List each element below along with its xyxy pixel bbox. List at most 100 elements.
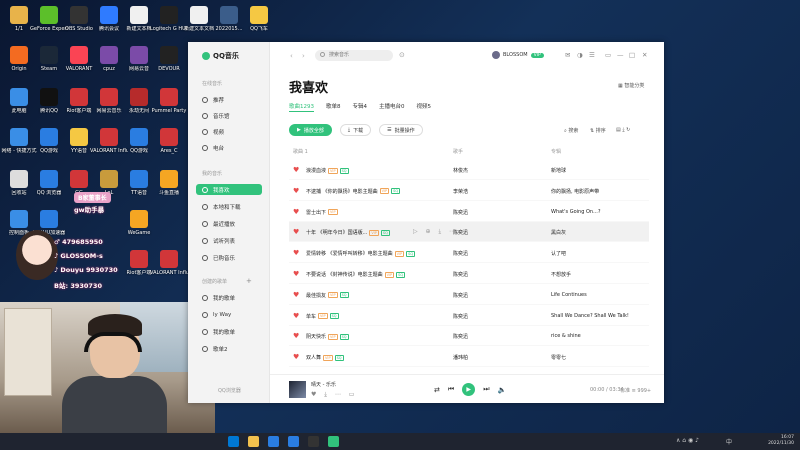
add-playlist-icon[interactable]: +	[246, 277, 252, 285]
file-explorer-icon[interactable]	[248, 436, 259, 447]
song-title-cell[interactable]: 雷士出下 VIP	[306, 209, 338, 216]
song-row[interactable]: ♥ 十年 《明年今日》国语版... VIP SQ ▷ ⊕ ⤓ ⋯ 陈奕迅 黑白灰	[289, 222, 649, 243]
tab[interactable]: 主播电台0	[379, 102, 405, 112]
singer-cell[interactable]: 陈奕迅	[453, 271, 468, 278]
desktop-icon[interactable]: DEVOUR	[150, 46, 188, 80]
song-title-cell[interactable]: 浪漫血液 VIP SQ	[306, 167, 349, 174]
maximize-icon[interactable]: □	[629, 51, 635, 59]
heart-icon[interactable]: ♥	[293, 187, 299, 195]
song-row[interactable]: ♥ 雷士出下 VIP 陈奕迅 What's Going On...?	[289, 202, 649, 222]
qq-music-taskbar-icon[interactable]	[328, 436, 339, 447]
song-title-cell[interactable]: 不要说话 《封神传说》电影主题曲 VIP SQ	[306, 271, 406, 278]
tab[interactable]: 歌曲1293	[289, 102, 314, 112]
back-arrow-icon[interactable]: ‹	[290, 52, 293, 60]
browser-icon[interactable]	[268, 436, 279, 447]
singer-cell[interactable]: 陈奕迅	[453, 313, 468, 320]
album-cell[interactable]: 不想放手	[551, 271, 571, 278]
singer-cell[interactable]: 陈奕迅	[453, 209, 468, 216]
start-icon[interactable]	[228, 436, 239, 447]
column-album[interactable]: 专辑	[551, 148, 561, 155]
qq-browser-icon[interactable]	[288, 436, 299, 447]
sidebar-item[interactable]: 电台	[196, 142, 262, 153]
song-title-cell[interactable]: 不逮捕 《你的飘扬》电影主题曲 VIP SQ	[306, 188, 401, 195]
song-row[interactable]: ♥ 双人舞 VIP SQ 潘玮柏 零零七	[289, 347, 649, 368]
album-cell[interactable]: Shall We Dance? Shall We Talk!	[551, 313, 629, 319]
user-profile[interactable]: BLOSSOM VIP	[492, 51, 544, 59]
tab[interactable]: 视频5	[417, 102, 432, 112]
ime-indicator[interactable]: 中	[726, 437, 732, 446]
album-cell[interactable]: 你的飘扬, 电影原声带	[551, 188, 599, 195]
sidebar-item[interactable]: 我喜欢	[196, 184, 262, 195]
singer-cell[interactable]: 林俊杰	[453, 167, 468, 174]
heart-icon[interactable]: ♥	[293, 270, 299, 278]
prev-track-icon[interactable]: ⏮	[448, 385, 454, 394]
song-title-cell[interactable]: 双人舞 VIP SQ	[306, 354, 344, 361]
sidebar-item[interactable]: 已购音乐	[196, 252, 262, 263]
heart-icon[interactable]: ♥	[293, 208, 299, 216]
singer-cell[interactable]: 陈奕迅	[453, 250, 468, 257]
volume-icon[interactable]: 🔈	[498, 386, 507, 394]
song-title[interactable]: 雷士出下	[306, 209, 326, 216]
heart-icon[interactable]: ♥	[293, 332, 299, 340]
sidebar-item[interactable]: 我的歌单	[196, 326, 262, 337]
voice-search-icon[interactable]: ⊙	[399, 51, 405, 59]
view-toggle-icon[interactable]: ▤ ⤓ ↻	[616, 127, 630, 133]
song-row[interactable]: ♥ 阴天快乐 VIP SQ 陈奕迅 rice & shine	[289, 326, 649, 347]
row-hover-actions[interactable]: ▷ ⊕ ⤓ ⋯	[413, 228, 458, 236]
song-title[interactable]: 阴天快乐	[306, 333, 326, 340]
album-cell[interactable]: rice & shine	[551, 333, 581, 339]
sidebar-item[interactable]: 最近播放	[196, 218, 262, 229]
column-song[interactable]: 歌曲 1	[293, 148, 308, 155]
quality-label[interactable]: 标准	[620, 388, 630, 394]
song-title[interactable]: 单车	[306, 313, 316, 320]
search-input[interactable]	[315, 50, 393, 61]
sidebar-item[interactable]: 推荐	[196, 94, 262, 105]
album-cell[interactable]: Life Continues	[551, 292, 587, 298]
desktop-icon[interactable]: Ares_C	[150, 128, 188, 162]
batch-button[interactable]: ☰ 批量操作	[379, 124, 423, 136]
song-title[interactable]: 双人舞	[306, 354, 321, 361]
song-row[interactable]: ♥ 最佳损友 VIP SQ 陈奕迅 Life Continues	[289, 285, 649, 305]
heart-icon[interactable]: ♥	[293, 228, 299, 236]
tab[interactable]: 歌单8	[326, 102, 341, 112]
sort-button[interactable]: ⇅ 排序	[590, 127, 606, 134]
sidebar-item[interactable]: 音乐馆	[196, 110, 262, 121]
search-in-list-button[interactable]: ⌕ 搜索	[564, 127, 578, 134]
song-title-cell[interactable]: 阴天快乐 VIP SQ	[306, 333, 349, 340]
forward-arrow-icon[interactable]: ›	[302, 52, 305, 60]
album-cell[interactable]: 新地球	[551, 167, 566, 174]
sidebar-item[interactable]: 本地和下载	[196, 201, 262, 212]
song-title-cell[interactable]: 十年 《明年今日》国语版... VIP SQ	[306, 229, 390, 236]
player-actions-icons[interactable]: ♥ ⤓ ⋯ ▭	[311, 391, 357, 399]
clock[interactable]: 16:07 2022/11/30	[768, 435, 794, 447]
singer-cell[interactable]: 李荣浩	[453, 188, 468, 195]
desktop-icon[interactable]: Pummel Party	[150, 88, 188, 122]
username[interactable]: BLOSSOM	[503, 52, 528, 58]
sidebar-item[interactable]: 视频	[196, 126, 262, 137]
tab[interactable]: 专辑4	[353, 102, 368, 112]
song-title-cell[interactable]: 单车 VIP SQ	[306, 313, 339, 320]
song-row[interactable]: ♥ 不要说话 《封神传说》电影主题曲 VIP SQ 陈奕迅 不想放手	[289, 264, 649, 284]
song-title-cell[interactable]: 爱情转移 《爱情呼叫转移》电影主题曲 VIP SQ	[306, 250, 416, 257]
desktop-icon[interactable]: QQ飞车	[240, 6, 278, 40]
skin-icon[interactable]: ◑	[577, 51, 583, 59]
album-cover[interactable]	[289, 381, 306, 398]
song-title[interactable]: 浪漫血液	[306, 167, 326, 174]
song-title[interactable]: 不逮捕 《你的飘扬》电影主题曲	[306, 188, 378, 195]
song-title[interactable]: 爱情转移 《爱情呼叫转移》电影主题曲	[306, 250, 393, 257]
song-row[interactable]: ♥ 浪漫血液 VIP SQ 林俊杰 新地球	[289, 160, 649, 180]
mail-icon[interactable]: ✉	[565, 51, 570, 59]
minimize-icon[interactable]: —	[617, 51, 624, 59]
settings-icon[interactable]: ☰	[589, 51, 595, 59]
sidebar-item[interactable]: 歌单2	[196, 343, 262, 354]
play-all-button[interactable]: ▶ 播放全部	[289, 124, 332, 136]
heart-icon[interactable]: ♥	[293, 312, 299, 320]
play-mode-icon[interactable]: ⇄	[434, 386, 440, 394]
obs-icon[interactable]	[308, 436, 319, 447]
vip-badge[interactable]: VIP	[530, 52, 544, 58]
album-cell[interactable]: 认了吧	[551, 250, 566, 257]
song-row[interactable]: ♥ 不逮捕 《你的飘扬》电影主题曲 VIP SQ 李荣浩 你的飘扬, 电影原声带	[289, 181, 649, 201]
song-title[interactable]: 十年 《明年今日》国语版...	[306, 229, 367, 236]
playlist-count[interactable]: 标准 ≡ 999+	[620, 387, 651, 394]
smart-classify-button[interactable]: ▦ 智能分类	[618, 82, 644, 89]
